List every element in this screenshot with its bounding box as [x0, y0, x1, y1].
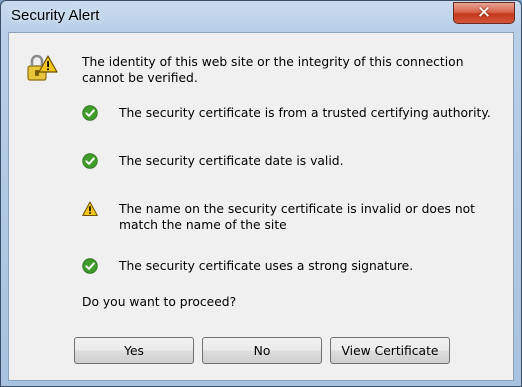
check-icon [82, 105, 98, 121]
title-bar[interactable]: Security Alert ✕ [1, 1, 521, 32]
check-text: The name on the security certificate is … [119, 202, 475, 232]
check-text: The security certificate date is valid. [119, 154, 344, 168]
identity-message: The identity of this web site or the int… [82, 55, 464, 85]
view-certificate-button[interactable]: View Certificate [330, 337, 450, 364]
close-icon: ✕ [476, 2, 492, 23]
security-alert-dialog: Security Alert ✕ The identity of this we… [0, 0, 522, 387]
proceed-question: Do you want to proceed? [82, 295, 237, 309]
dialog-content: The identity of this web site or the int… [8, 32, 514, 381]
check-text: The security certificate is from a trust… [119, 106, 491, 120]
window-title: Security Alert [11, 7, 100, 24]
check-text: The security certificate uses a strong s… [119, 259, 414, 273]
close-button[interactable]: ✕ [453, 2, 515, 24]
no-button[interactable]: No [202, 337, 322, 364]
yes-button[interactable]: Yes [74, 337, 194, 364]
check-icon [82, 258, 98, 274]
security-lock-warning-icon [27, 54, 58, 81]
warning-icon [82, 201, 98, 216]
check-icon [82, 153, 98, 169]
